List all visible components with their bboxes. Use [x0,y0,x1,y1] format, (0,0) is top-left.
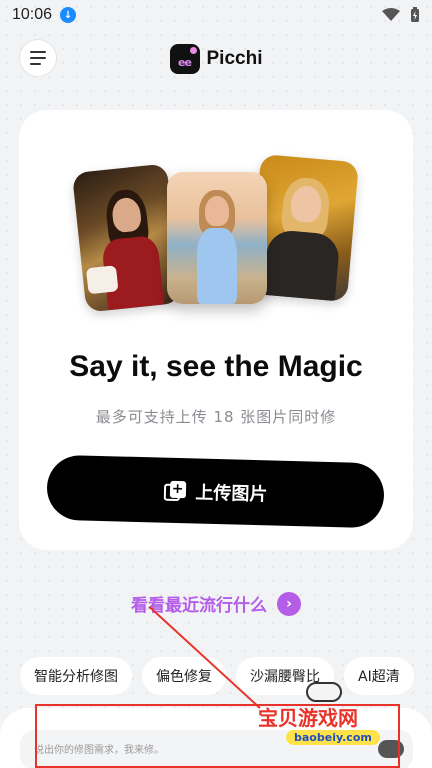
logo-dot [189,47,197,54]
watermark-title: 宝贝游戏网 [258,706,358,730]
photo-figure [262,228,341,303]
hero-card: Say it, see the Magic 最多可支持上传 18 张图片同时修 … [19,110,413,550]
brand-name: Picchi [206,48,263,69]
watermark-url: baobeiy.com [286,730,380,745]
chip-ai-upscale[interactable]: AI超清 [344,657,414,695]
status-indicators [382,7,420,23]
chip-color-cast-fix[interactable]: 偏色修复 [142,657,226,695]
sample-photo-birthday [71,163,182,313]
status-bar: 10:06 ↓ [0,0,432,30]
trending-link[interactable]: 看看最近流行什么 › [0,591,432,616]
upload-images-label: 上传图片 [195,481,268,505]
hamburger-menu-icon [30,51,46,53]
hamburger-line [30,57,46,59]
icon-front-card: + [169,480,186,498]
chip-smart-analysis[interactable]: 智能分析修图 [20,657,132,695]
upload-images-button[interactable]: + 上传图片 [46,454,385,529]
wifi-icon [382,8,400,21]
hero-subline: 最多可支持上传 18 张图片同时修 [95,408,337,426]
app-header: ee Picchi [0,36,432,82]
picchi-logo-icon: ee [169,44,200,74]
upload-images-icon: + [163,480,186,501]
trending-label: 看看最近流行什么 [131,596,267,616]
gamepad-icon [306,682,342,702]
hero-headline: Say it, see the Magic [69,350,363,383]
photo-figure [197,228,237,304]
photo-cake [85,265,119,295]
menu-button[interactable] [19,39,57,77]
download-arrow-icon: ↓ [60,7,77,23]
battery-charging-icon [411,7,419,22]
hamburger-line [30,63,41,65]
status-time: 10:06 [12,6,53,23]
suggestion-chips: 智能分析修图 偏色修复 沙漏腰臀比 AI超清 [20,657,414,695]
sample-photo-beach [167,172,267,304]
logo-eyes: ee [178,55,192,69]
chevron-right-icon: › [277,591,301,616]
photo-figure [205,196,229,226]
